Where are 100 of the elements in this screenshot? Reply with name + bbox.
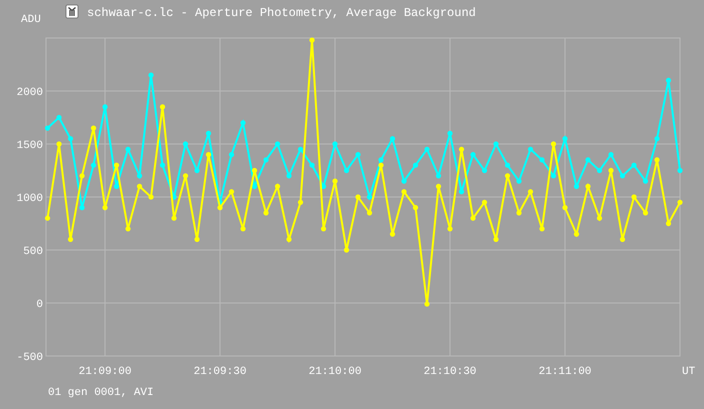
point <box>516 178 522 184</box>
point <box>136 173 142 178</box>
point <box>608 168 614 174</box>
point <box>160 162 166 168</box>
point <box>136 184 142 189</box>
point <box>642 178 648 184</box>
y-tick-label: 1500 <box>16 140 43 152</box>
point <box>482 168 488 174</box>
x-tick-label: 21:10:30 <box>424 366 476 378</box>
point <box>528 146 534 152</box>
point <box>458 146 464 152</box>
point <box>160 104 166 110</box>
point <box>596 216 602 221</box>
point <box>654 157 660 162</box>
point <box>412 205 418 210</box>
point <box>320 226 326 232</box>
point <box>90 126 96 131</box>
point <box>56 114 62 120</box>
point <box>504 173 510 178</box>
point <box>654 136 660 142</box>
app-icon <box>66 4 78 18</box>
point <box>493 141 499 147</box>
point <box>528 189 534 194</box>
point <box>344 247 350 253</box>
point <box>79 173 85 178</box>
point <box>206 130 212 136</box>
point <box>447 130 453 136</box>
point <box>298 146 304 152</box>
point <box>102 205 108 210</box>
point <box>68 236 74 242</box>
point <box>412 162 418 168</box>
point <box>574 184 580 189</box>
point <box>677 200 683 205</box>
point <box>182 141 188 147</box>
point <box>482 200 488 205</box>
y-tick-label: -500 <box>16 352 43 364</box>
point <box>631 162 637 168</box>
point <box>504 162 510 168</box>
point <box>378 162 384 168</box>
y-tick-label: 500 <box>23 246 43 258</box>
point <box>436 184 442 189</box>
point <box>390 136 396 142</box>
x-tick-label: 21:11:00 <box>538 366 592 378</box>
point <box>539 226 545 232</box>
point <box>90 162 96 168</box>
point <box>470 152 476 158</box>
point <box>390 232 396 237</box>
point <box>401 178 407 184</box>
x-tick-label: 21:09:30 <box>194 366 246 378</box>
point <box>102 104 108 110</box>
point <box>424 146 430 152</box>
point <box>585 157 591 162</box>
point <box>666 78 672 83</box>
point <box>332 178 338 184</box>
point <box>206 152 212 158</box>
point <box>677 168 683 174</box>
point <box>355 152 361 158</box>
point <box>240 120 246 126</box>
point <box>194 236 200 242</box>
point <box>125 146 131 152</box>
y-tick-label: 2000 <box>16 87 43 99</box>
point <box>263 210 269 216</box>
point <box>539 157 545 162</box>
point <box>252 168 258 174</box>
point <box>148 194 154 200</box>
point <box>182 173 188 178</box>
point <box>550 173 556 178</box>
point <box>171 216 177 221</box>
x-axis-label: UT <box>682 366 696 378</box>
point <box>274 141 280 147</box>
point <box>585 184 591 189</box>
point <box>252 184 258 189</box>
point <box>286 173 292 178</box>
y-axis-label: ADU <box>21 14 41 26</box>
point <box>148 72 154 78</box>
point <box>44 216 50 221</box>
point <box>516 210 522 216</box>
point <box>274 184 280 189</box>
point <box>309 162 315 168</box>
point <box>574 232 580 237</box>
point <box>378 157 384 162</box>
point <box>125 226 131 232</box>
point <box>642 210 648 216</box>
point <box>447 226 453 232</box>
point <box>298 200 304 205</box>
point <box>228 152 234 158</box>
point <box>620 173 626 178</box>
point <box>286 236 292 242</box>
window-title: schwaar-c.lc - Aperture Photometry, Average Background <box>87 6 476 20</box>
point <box>68 136 74 142</box>
point <box>562 205 568 210</box>
point <box>458 189 464 194</box>
point <box>355 194 361 200</box>
point <box>550 141 556 147</box>
point <box>217 205 223 210</box>
point <box>309 38 315 43</box>
y-tick-label: 0 <box>36 299 43 311</box>
x-tick-label: 21:10:00 <box>308 366 362 378</box>
point <box>56 141 62 147</box>
point <box>470 216 476 221</box>
